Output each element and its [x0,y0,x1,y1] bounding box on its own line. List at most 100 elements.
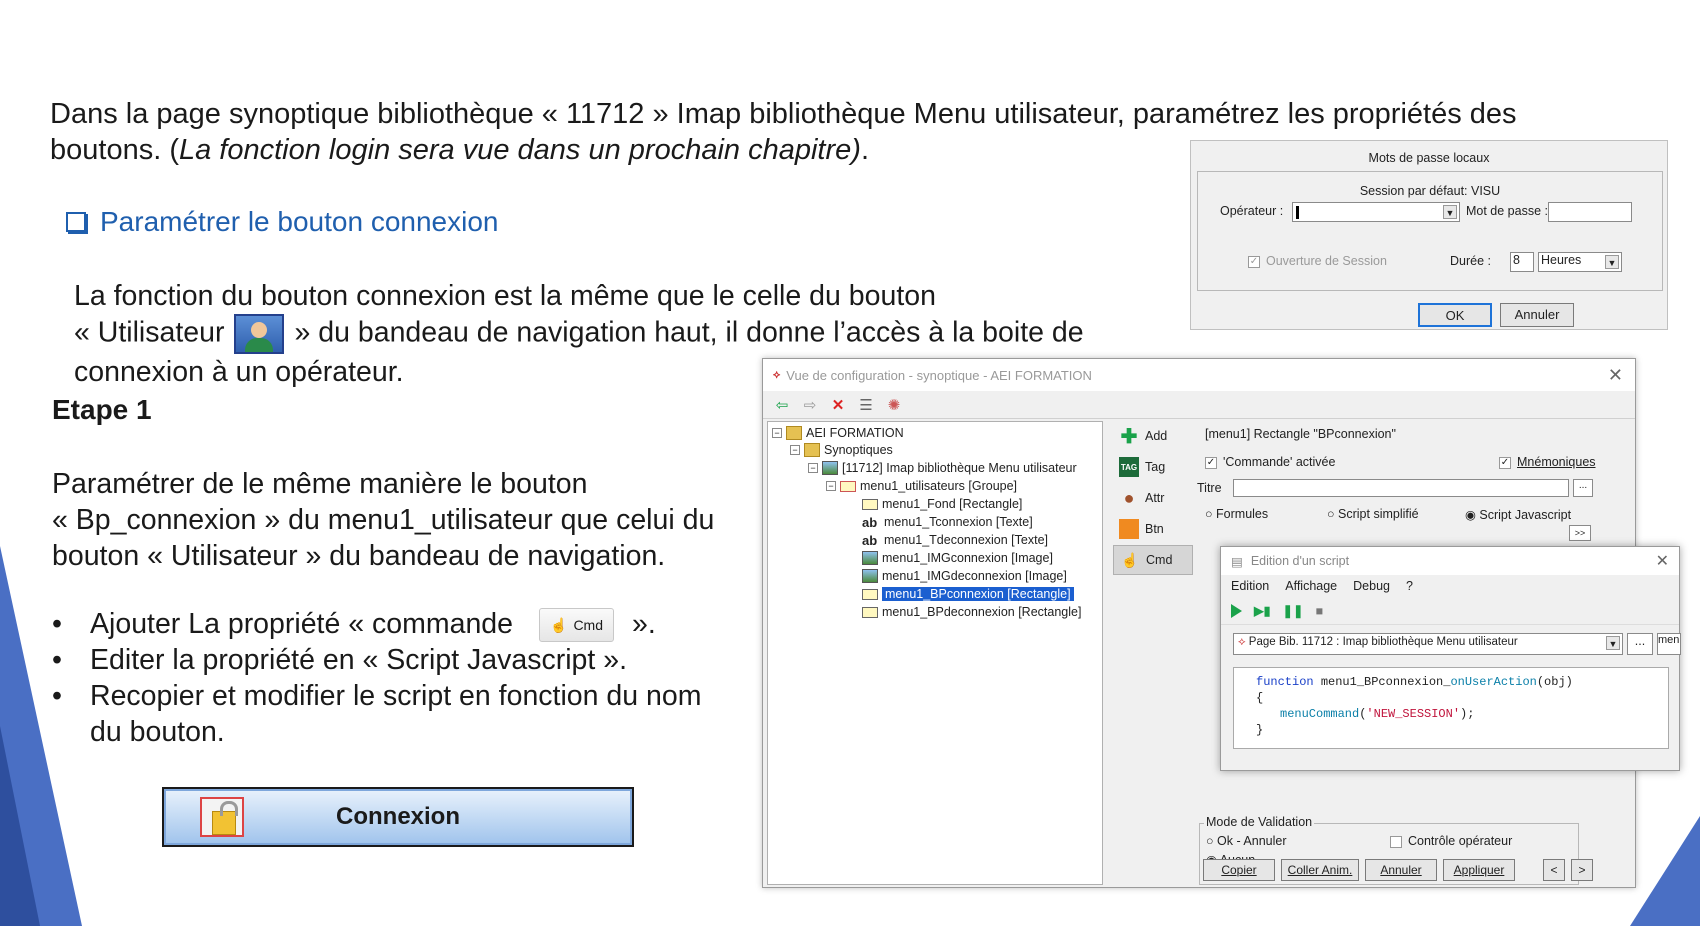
tree-item-synoptiques[interactable]: − Synoptiques [790,443,893,457]
tab-attr[interactable]: ● Attr [1113,483,1193,513]
tree-label: menu1_Fond [Rectangle] [882,497,1023,511]
radio-selected-icon: ◉ [1465,508,1480,522]
code-call: menuCommand [1280,707,1360,721]
code-string: 'NEW_SESSION' [1366,707,1461,721]
para1-line-1: La fonction du bouton connexion est la m… [74,280,936,312]
collapse-icon[interactable]: − [790,445,800,455]
unlock-icon [200,797,244,837]
close-icon[interactable]: ✕ [1608,365,1623,386]
tree-item-image[interactable]: menu1_IMGconnexion [Image] [862,551,1053,565]
bullet-dot-icon: • [52,608,62,640]
paste-anim-button[interactable]: Coller Anim. [1281,859,1359,881]
tree-label: menu1_IMGconnexion [Image] [882,551,1053,565]
rectangle-icon [862,498,878,510]
radio-script-javascript[interactable]: ◉ Script Javascript [1465,507,1571,522]
intro-line-2-italic: La fonction login sera vue dans un proch… [178,134,861,166]
script-editor-titlebar: ▤ Edition d'un script ✕ [1221,547,1679,575]
play-icon[interactable] [1231,603,1242,618]
mnemoniques-label: Mnémoniques [1517,455,1596,469]
password-field[interactable] [1548,202,1632,222]
project-icon [786,426,802,440]
collapse-icon[interactable]: − [772,428,782,438]
collapse-icon[interactable]: − [808,463,818,473]
forward-arrow-icon[interactable]: ⇨ [801,396,819,414]
cancel-button[interactable]: Annuler [1365,859,1437,881]
tree-item-rect[interactable]: menu1_Fond [Rectangle] [862,497,1022,511]
close-icon[interactable]: ✕ [1656,551,1669,571]
object-field[interactable]: men [1657,633,1681,655]
tree-item-text[interactable]: ab menu1_Tconnexion [Texte] [862,515,1033,530]
step-heading: Etape 1 [52,394,152,425]
collapse-icon[interactable]: − [826,481,836,491]
bullet-3-text: Recopier et modifier le script en foncti… [90,678,772,750]
cmd-active-checkbox[interactable]: ✓ 'Commande' activée [1205,455,1335,469]
rectangle-icon [862,588,878,600]
tree-item-group[interactable]: − menu1_utilisateurs [Groupe] [826,479,1017,493]
expand-script-button[interactable]: >> [1569,525,1591,541]
menu-edition[interactable]: Edition [1231,579,1269,593]
validation-group-label: Mode de Validation [1204,815,1315,829]
text-icon: ab [862,515,878,530]
connexion-button[interactable]: Connexion [162,787,634,847]
copy-button[interactable]: Copier [1203,859,1275,881]
page-select[interactable]: ⟡ Page Bib. 11712 : Imap bibliothèque Me… [1233,633,1623,655]
tree-item-text[interactable]: ab menu1_Tdeconnexion [Texte] [862,533,1048,548]
duration-input[interactable]: 8 [1510,252,1534,272]
tab-add[interactable]: ✚ Add [1113,421,1193,451]
tree-item-project[interactable]: − AEI FORMATION [772,426,904,440]
next-button[interactable]: > [1571,859,1593,881]
operator-select[interactable]: ▼ [1292,202,1460,222]
code-line: menuCommand('NEW_SESSION'); [1280,707,1475,721]
para1-line-2: « Utilisateur » du bandeau de navigation … [74,314,1174,354]
ok-button[interactable]: OK [1418,303,1492,327]
controle-operateur-checkbox[interactable]: Contrôle opérateur [1390,834,1512,848]
default-session-label: Session par défaut: VISU [1359,184,1501,198]
para2-line-3: bouton « Utilisateur » du bandeau de nav… [52,540,666,572]
mnemoniques-checkbox[interactable]: ✓ Mnémoniques [1499,455,1596,469]
browse-button[interactable]: ... [1627,633,1653,655]
code-editor[interactable]: function menu1_BPconnexion_onUserAction(… [1233,667,1669,749]
duration-unit-select[interactable]: Heures ▼ [1538,252,1622,272]
script-editor-title: Edition d'un script [1250,554,1350,568]
palette-icon[interactable]: ✺ [885,396,903,414]
pause-icon[interactable]: ❚❚ [1283,603,1304,618]
tree-label: AEI FORMATION [806,426,904,440]
code-keyword: function [1256,675,1314,689]
code-line: } [1256,723,1264,737]
menu-debug[interactable]: Debug [1353,579,1390,593]
cancel-button[interactable]: Annuler [1500,303,1574,327]
tree-item-rect[interactable]: menu1_BPdeconnexion [Rectangle] [862,605,1081,619]
palette-icon: ● [1123,487,1135,508]
tree-item-page[interactable]: − [11712] Imap bibliothèque Menu utilisat… [808,461,1077,475]
open-session-checkbox[interactable]: ✓ Ouverture de Session [1248,254,1387,268]
radio-label: Script simplifié [1338,507,1419,521]
checkbox-icon: ✓ [1248,255,1260,268]
radio-icon: ○ [1206,834,1218,848]
radio-script-simplifie[interactable]: ○ Script simplifié [1327,507,1419,521]
list-icon[interactable]: ☰ [857,396,875,414]
titre-browse-button[interactable]: ... [1573,479,1593,497]
menu-affichage[interactable]: Affichage [1285,579,1337,593]
radio-formules[interactable]: ○ Formules [1205,507,1268,521]
radio-ok-annuler[interactable]: ○ Ok - Annuler [1206,834,1287,848]
tree-item-image[interactable]: menu1_IMGdeconnexion [Image] [862,569,1067,583]
step-icon[interactable]: ▶▮ [1254,603,1271,618]
delete-icon[interactable]: ✕ [829,396,847,414]
titre-input[interactable] [1233,479,1569,497]
tab-btn[interactable]: Btn [1113,514,1193,544]
tree-item-bpconnexion[interactable]: menu1_BPconnexion [Rectangle] [862,587,1074,601]
prev-button[interactable]: < [1543,859,1565,881]
back-arrow-icon[interactable]: ⇦ [773,396,791,414]
cmd-active-label: 'Commande' activée [1223,455,1336,469]
tab-cmd[interactable]: ☝ Cmd [1113,545,1193,575]
bullet-text: Ajouter La propriété « commande ☝ Cmd ». [90,606,772,643]
checkbox-bullet-icon [66,212,86,232]
radio-label: Script Javascript [1479,508,1572,522]
bullet-item: • Editer la propriété en « Script Javasc… [52,642,772,678]
tab-tag[interactable]: TAG Tag [1113,452,1193,482]
hand-icon: ☝ [1121,551,1139,568]
menu-help[interactable]: ? [1406,579,1413,593]
apply-button[interactable]: Appliquer [1443,859,1515,881]
stop-icon[interactable]: ■ [1315,604,1323,618]
chevron-down-icon: ▼ [1443,205,1457,219]
